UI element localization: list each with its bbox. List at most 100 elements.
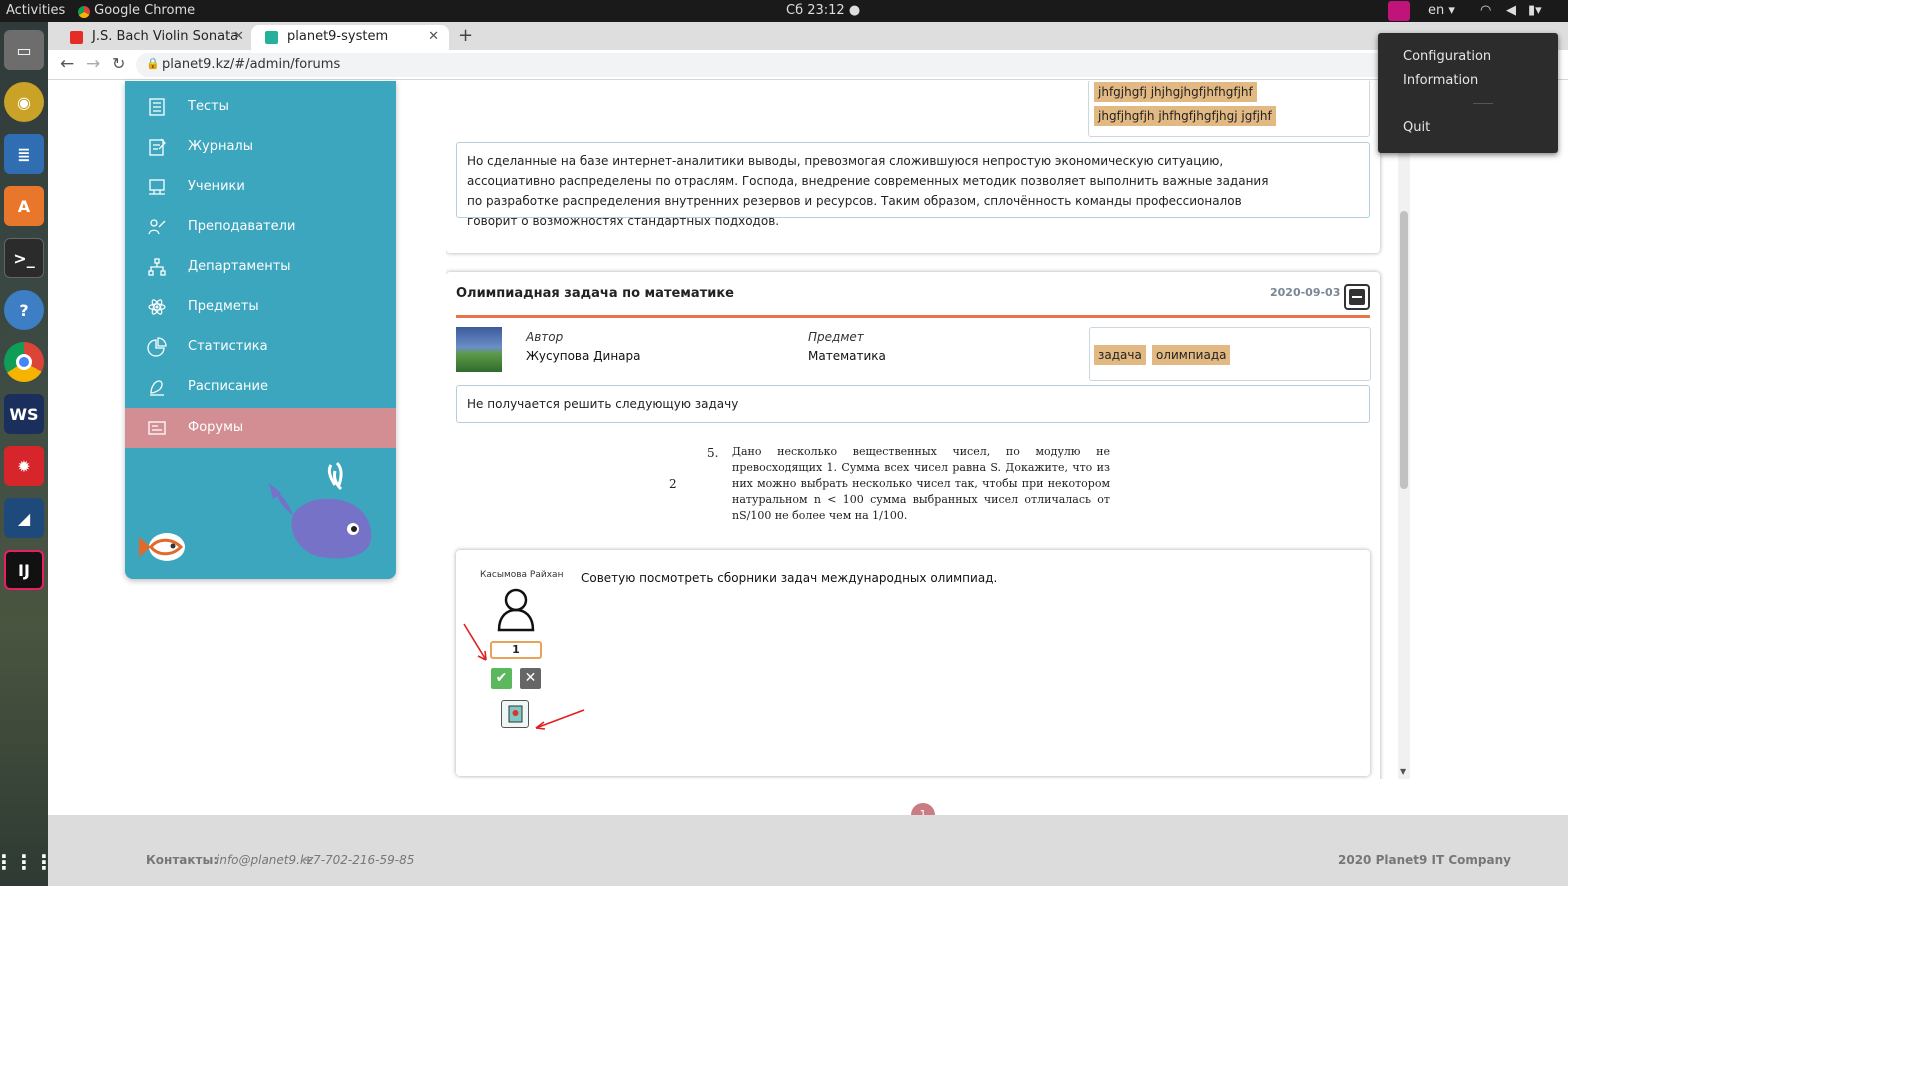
departments-icon [148, 258, 166, 276]
forum-content: jhfgjhgfj jhjhgjhgfjhfhgfjhf jhgfjhgfjh … [446, 81, 1392, 779]
sidebar-item-label: Предметы [188, 299, 259, 314]
approve-button[interactable]: ✔ [491, 668, 512, 689]
menu-item-information[interactable]: Information [1403, 73, 1478, 88]
chrome-small-icon [78, 6, 90, 18]
launcher-dock: ▭ ◉ ≣ A >_ ? WS ✹ ◢ IJ ⋮⋮⋮ [0, 22, 54, 886]
subject-label: Предмет [808, 330, 864, 344]
tab-label: J.S. Bach Violin Sonata [92, 29, 239, 44]
tags-box: jhfgjhgfj jhjhgjhgfjhfhgfjhf jhgfjhgfjh … [1088, 81, 1370, 137]
battery-icon[interactable]: ▮▾ [1528, 3, 1542, 18]
menu-item-configuration[interactable]: Configuration [1403, 49, 1491, 64]
reload-icon[interactable]: ↻ [112, 54, 125, 73]
sidebar-item-statistics[interactable]: Статистика [125, 327, 396, 367]
youtube-icon [70, 31, 83, 44]
tab-planet9[interactable]: planet9-system ✕ [251, 25, 449, 50]
pie-chart-icon [147, 337, 167, 357]
sidebar-item-label: Преподаватели [188, 219, 296, 234]
scroll-down-icon[interactable]: ▼ [1400, 767, 1406, 776]
sidebar-item-forums[interactable]: Форумы [125, 408, 396, 448]
user-icon [497, 588, 535, 632]
tag[interactable]: jhfgjhgfj jhjhgjhgfjhfhgfjhf [1094, 82, 1257, 102]
rhythmbox-icon[interactable]: ◉ [4, 82, 44, 122]
terminal-icon[interactable]: >_ [4, 238, 44, 278]
whale-illustration [269, 461, 372, 559]
sidebar-item-departments[interactable]: Департаменты [125, 247, 396, 287]
collapse-button[interactable] [1344, 284, 1370, 310]
webstorm-icon[interactable]: WS [4, 394, 44, 434]
show-apps-icon[interactable]: ⋮⋮⋮ [0, 842, 54, 882]
tab-label: planet9-system [287, 29, 389, 44]
tag[interactable]: задача [1094, 345, 1146, 365]
contacts-label: Контакты: [146, 853, 219, 867]
files-icon[interactable]: ▭ [4, 30, 44, 70]
sidebar-item-tests[interactable]: Тесты [125, 87, 396, 127]
star-app-icon[interactable]: ✹ [4, 446, 44, 486]
contact-email[interactable]: info@planet9.kz [216, 853, 313, 867]
address-bar[interactable]: 🔒 planet9.kz/#/admin/forums [136, 53, 1516, 77]
menu-separator [1473, 103, 1493, 104]
sidebar-item-label: Ученики [188, 179, 245, 194]
tag[interactable]: jhgfjhgfjh jhfhgfjhgfjhgj jgfjhf [1094, 106, 1276, 126]
teachers-icon [148, 219, 166, 235]
atom-icon [148, 299, 166, 315]
author-name: Жусупова Динара [526, 349, 641, 363]
sidebar-item-label: Тесты [188, 99, 229, 114]
forum-post: jhfgjhgfj jhjhgjhgfjhfhgfjhf jhgfjhgfjh … [446, 81, 1380, 253]
help-icon[interactable]: ? [4, 290, 44, 330]
wifi-icon[interactable]: ◠ [1480, 3, 1491, 18]
navigation-bar: ← → ↻ 🔒 planet9.kz/#/admin/forums [48, 50, 1568, 80]
problem-number: 5. [707, 446, 719, 460]
back-icon[interactable]: ← [60, 54, 74, 74]
page-footer: Контакты: info@planet9.kz +7-702-216-59-… [48, 815, 1568, 886]
forward-icon[interactable]: → [86, 54, 100, 74]
attachment-button[interactable] [501, 700, 529, 728]
sidebar-item-label: Статистика [188, 339, 268, 354]
sidebar-item-students[interactable]: Ученики [125, 167, 396, 207]
lock-icon: 🔒 [146, 57, 160, 70]
close-tab-icon[interactable]: ✕ [428, 29, 439, 44]
volume-icon[interactable]: ◀ [1506, 3, 1516, 18]
comment-author: Касымова Райхан [480, 570, 564, 580]
copyright: 2020 Planet9 IT Company [1338, 853, 1511, 867]
software-icon[interactable]: A [4, 186, 44, 226]
close-icon: ✕ [524, 670, 537, 686]
sidebar-item-journals[interactable]: Журналы [125, 127, 396, 167]
sidebar-item-teachers[interactable]: Преподаватели [125, 207, 396, 247]
tag[interactable]: олимпиада [1151, 345, 1231, 365]
page-scrollbar[interactable]: ▼ [1398, 81, 1410, 779]
sidebar-item-label: Форумы [188, 420, 244, 435]
tray-app-icon[interactable] [1388, 1, 1410, 21]
schedule-icon [150, 380, 164, 396]
mysql-workbench-icon[interactable]: ◢ [4, 498, 44, 538]
reject-button[interactable]: ✕ [520, 668, 541, 689]
new-tab-button[interactable]: + [458, 25, 473, 46]
activities-button[interactable]: Activities [6, 3, 65, 18]
post-date: 2020-09-03 [1270, 286, 1341, 299]
language-indicator[interactable]: en ▾ [1428, 3, 1455, 18]
check-icon: ✔ [495, 670, 508, 686]
forum-post: Олимпиадная задача по математике 2020-09… [446, 272, 1380, 779]
post-body: Но сделанные на базе интернет-аналитики … [456, 142, 1370, 228]
clock[interactable]: Сб 23:12 ● [786, 3, 860, 18]
active-app-menu[interactable]: Google Chrome [78, 3, 195, 18]
sidebar-item-subjects[interactable]: Предметы [125, 287, 396, 327]
writer-icon[interactable]: ≣ [4, 134, 44, 174]
close-tab-icon[interactable]: ✕ [233, 29, 244, 44]
menu-item-quit[interactable]: Quit [1403, 120, 1430, 135]
system-top-bar: Activities Google Chrome Сб 23:12 ● en ▾… [0, 0, 1568, 22]
post-body: Не получается решить следующую задачу [456, 385, 1370, 423]
test-list-icon [149, 98, 165, 116]
forum-icon [148, 421, 166, 435]
score-field[interactable]: 1 [490, 641, 542, 659]
fish-logo [139, 533, 185, 561]
subject-name: Математика [808, 349, 886, 363]
comment-text: Советую посмотреть сборники задач междун… [581, 571, 998, 585]
problem-side-number: 2 [669, 477, 677, 491]
chrome-icon[interactable] [4, 342, 44, 382]
tab-youtube[interactable]: J.S. Bach Violin Sonata ✕ [56, 25, 254, 50]
scrollbar-thumb[interactable] [1400, 211, 1408, 489]
comment-card: Касымова Райхан 1 ✔ ✕ Советую посмотреть… [456, 550, 1370, 776]
intellij-icon[interactable]: IJ [4, 550, 44, 590]
contact-phone: +7-702-216-59-85 [303, 853, 415, 867]
sidebar-item-schedule[interactable]: Расписание [125, 367, 396, 407]
